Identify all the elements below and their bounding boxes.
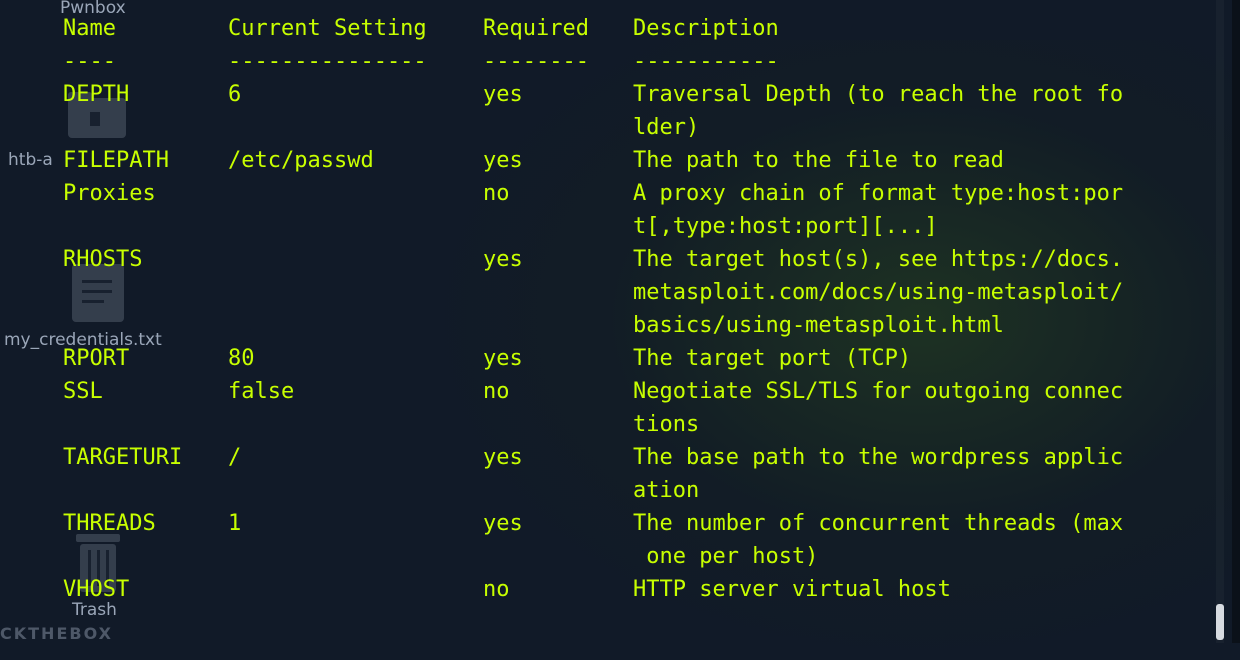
option-description: A proxy chain of format type:host:por — [633, 181, 1124, 206]
option-setting: 1 — [228, 511, 242, 536]
option-setting: / — [228, 445, 242, 470]
option-required: yes — [483, 346, 523, 371]
option-setting: false — [228, 379, 295, 404]
separator-current-setting: --------------- — [228, 49, 427, 74]
option-setting: /etc/passwd — [228, 148, 374, 173]
separator-name: ---- — [63, 49, 116, 74]
window-edge — [1232, 0, 1240, 643]
separator-description: ----------- — [633, 49, 779, 74]
option-description: The number of concurrent threads (max — [633, 511, 1124, 536]
header-name: Name — [63, 16, 116, 41]
option-description: ation — [633, 478, 700, 503]
option-setting: 6 — [228, 82, 242, 107]
option-name: SSL — [63, 379, 103, 404]
terminal-output: Name Current Setting Required Descriptio… — [0, 0, 1240, 643]
option-description: The target port (TCP) — [633, 346, 912, 371]
option-description: lder) — [633, 115, 700, 140]
option-name: FILEPATH — [63, 148, 169, 173]
scrollbar-thumb[interactable] — [1216, 604, 1224, 640]
option-description: HTTP server virtual host — [633, 577, 951, 602]
option-description: The base path to the wordpress applic — [633, 445, 1124, 470]
option-required: no — [483, 181, 510, 206]
scrollbar-track[interactable] — [1216, 0, 1224, 643]
option-name: Proxies — [63, 181, 156, 206]
option-name: RHOSTS — [63, 247, 143, 272]
option-name: THREADS — [63, 511, 156, 536]
option-required: yes — [483, 247, 523, 272]
option-description: one per host) — [633, 544, 819, 569]
option-required: no — [483, 379, 510, 404]
option-description: The path to the file to read — [633, 148, 1004, 173]
option-description: basics/using-metasploit.html — [633, 313, 1004, 338]
option-name: TARGETURI — [63, 445, 183, 470]
option-required: no — [483, 577, 510, 602]
option-description: The target host(s), see https://docs. — [633, 247, 1124, 272]
option-description: Negotiate SSL/TLS for outgoing connec — [633, 379, 1124, 404]
separator-required: -------- — [483, 49, 589, 74]
header-required: Required — [483, 16, 589, 41]
option-description: t[,type:host:port][...] — [633, 214, 938, 239]
option-required: yes — [483, 148, 523, 173]
header-description: Description — [633, 16, 779, 41]
option-name: RPORT — [63, 346, 130, 371]
option-required: yes — [483, 511, 523, 536]
option-description: metasploit.com/docs/using-metasploit/ — [633, 280, 1124, 305]
option-name: VHOST — [63, 577, 130, 602]
header-current-setting: Current Setting — [228, 16, 427, 41]
option-required: yes — [483, 445, 523, 470]
option-name: DEPTH — [63, 82, 130, 107]
option-description: tions — [633, 412, 700, 437]
option-description: Traversal Depth (to reach the root fo — [633, 82, 1124, 107]
option-required: yes — [483, 82, 523, 107]
option-setting: 80 — [228, 346, 255, 371]
